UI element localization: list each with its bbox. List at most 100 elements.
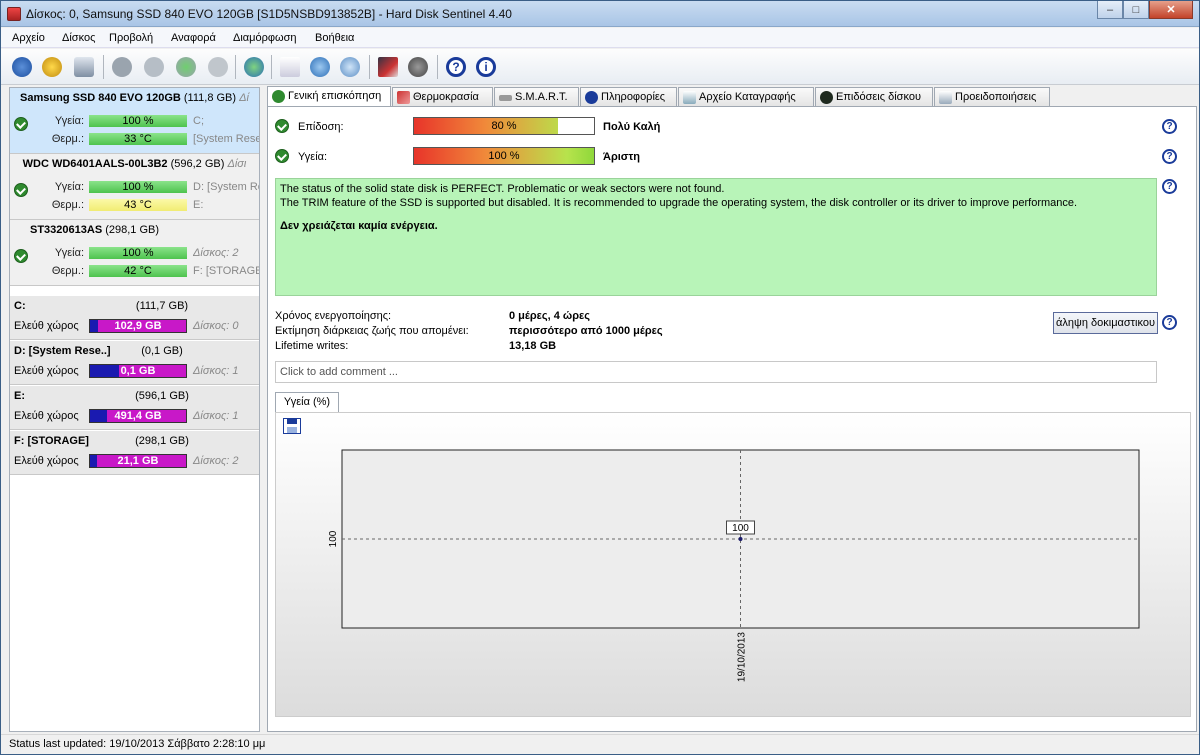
menu-help[interactable]: Βοήθεια	[315, 32, 354, 44]
free-space-label: Ελεύθ χώρος	[14, 320, 79, 332]
free-space-bar: 0,1 GB	[89, 364, 187, 378]
disk-tool-icon[interactable]	[205, 54, 231, 80]
partition-info: F: [STORAGE]	[193, 265, 259, 277]
disk-test-icon[interactable]	[141, 54, 167, 80]
volume-entry-c[interactable]: C: (111,7 GB) Ελεύθ χώρος 102,9 GB Δίσκο…	[10, 296, 259, 340]
health-bar: 100 %	[89, 247, 187, 259]
menu-view[interactable]: Προβολή	[109, 32, 153, 44]
free-space-label: Ελεύθ χώρος	[14, 410, 79, 422]
help-icon[interactable]: ?	[1162, 179, 1177, 194]
free-space-bar: 102,9 GB	[89, 319, 187, 333]
volume-size: (0,1 GB)	[141, 345, 183, 357]
menu-report[interactable]: Αναφορά	[171, 32, 216, 44]
alerts-icon	[939, 91, 952, 104]
smart-icon	[499, 95, 512, 101]
tab-smart[interactable]: S.M.A.R.T.	[494, 87, 579, 107]
refresh-icon[interactable]	[9, 54, 35, 80]
minimize-button[interactable]: –	[1097, 1, 1123, 19]
power-on-value: 0 μέρες, 4 ώρες	[509, 310, 590, 322]
free-space-label: Ελεύθ χώρος	[14, 365, 79, 377]
temp-label: Θερμ.:	[51, 133, 84, 145]
report-icon[interactable]	[277, 54, 303, 80]
help-icon[interactable]: ?	[1162, 119, 1177, 134]
status-ok-icon	[275, 149, 289, 163]
network-icon[interactable]	[337, 54, 363, 80]
volume-entry-d[interactable]: D: [System Rese..] (0,1 GB) Ελεύθ χώρος …	[10, 341, 259, 385]
tab-alerts[interactable]: Προειδοποιήσεις	[934, 87, 1050, 107]
menu-disk[interactable]: Δίσκος	[62, 32, 95, 44]
about-icon[interactable]: i	[473, 54, 499, 80]
disk-entry-1[interactable]: WDC WD6401AALS-00L3B2 (596,2 GB) Δίσι Υγ…	[10, 154, 259, 220]
temp-bar: 33 °C	[89, 133, 187, 145]
tab-performance[interactable]: Επιδόσεις δίσκου	[815, 87, 933, 107]
partition-info: D: [System Re	[193, 181, 259, 193]
partition-info: E:	[193, 199, 204, 211]
disk-info-icon[interactable]	[109, 54, 135, 80]
volume-size: (596,1 GB)	[135, 390, 189, 402]
status-bar: Status last updated: 19/10/2013 Σάββατο …	[1, 734, 1199, 754]
disk-check-icon[interactable]	[173, 54, 199, 80]
tab-bar: Γενική επισκόπηση Θερμοκρασία S.M.A.R.T.…	[267, 86, 1197, 107]
volume-disk: Δίσκος: 1	[193, 365, 239, 377]
status-text: Status last updated: 19/10/2013 Σάββατο …	[9, 738, 266, 750]
tab-overview[interactable]: Γενική επισκόπηση	[267, 86, 391, 107]
lifetime-label: Εκτίμηση διάρκειας ζωής που απομένει:	[275, 325, 469, 337]
help-icon[interactable]: ?	[443, 54, 469, 80]
status-text: The status of the solid state disk is PE…	[280, 183, 725, 195]
volume-size: (111,7 GB)	[135, 300, 189, 312]
health-chart-svg: 100 100 19/10/2013	[328, 449, 1140, 682]
help-icon[interactable]: ?	[1162, 149, 1177, 164]
sync-icon[interactable]	[307, 54, 333, 80]
disk-drive-icon[interactable]	[71, 54, 97, 80]
partition-info: C;	[193, 115, 204, 127]
volume-disk: Δίσκος: 0	[193, 320, 239, 332]
disk-entry-0[interactable]: Samsung SSD 840 EVO 120GB (111,8 GB) Δί …	[10, 88, 259, 154]
health-bar: 100 %	[89, 115, 187, 127]
status-ok-icon	[14, 183, 28, 197]
temp-bar: 42 °C	[89, 265, 187, 277]
status-ok-icon	[14, 117, 28, 131]
log-icon	[683, 91, 696, 104]
free-space-bar: 491,4 GB	[89, 409, 187, 423]
disk-entry-2[interactable]: ST3320613AS (298,1 GB) Υγεία: 100 % Δίσκ…	[10, 220, 259, 286]
disk-name: WDC WD6401AALS-00L3B2	[22, 158, 168, 170]
volume-name: C:	[14, 300, 26, 312]
window-title: Δίσκος: 0, Samsung SSD 840 EVO 120GB [S1…	[26, 7, 512, 21]
health-label: Υγεία:	[298, 151, 328, 163]
volume-disk: Δίσκος: 1	[193, 410, 239, 422]
close-button[interactable]: ✕	[1149, 1, 1193, 19]
free-space-bar: 21,1 GB	[89, 454, 187, 468]
maximize-button[interactable]: □	[1123, 1, 1149, 19]
health-gauge: 100 %	[413, 147, 595, 165]
y-tick-label: 100	[328, 530, 339, 547]
power-on-label: Χρόνος ενεργοποίησης:	[275, 310, 392, 322]
status-description: The status of the solid state disk is PE…	[275, 178, 1157, 296]
menu-bar: Αρχείο Δίσκος Προβολή Αναφορά Διαμόρφωση…	[1, 28, 1199, 48]
tab-information[interactable]: Πληροφορίες	[580, 87, 677, 107]
globe-icon[interactable]	[241, 54, 267, 80]
disk-size: (596,2 GB)	[170, 158, 225, 170]
writes-label: Lifetime writes:	[275, 340, 349, 352]
temp-label: Θερμ.:	[51, 265, 84, 277]
test-button[interactable]: άληψη δοκιμαστικου	[1053, 312, 1158, 334]
disk-extra: Δί	[239, 92, 249, 104]
volume-entry-e[interactable]: E: (596,1 GB) Ελεύθ χώρος 491,4 GB Δίσκο…	[10, 386, 259, 430]
performance-gauge: 80 %	[413, 117, 595, 135]
menu-file[interactable]: Αρχείο	[12, 32, 45, 44]
tab-log[interactable]: Αρχείο Καταγραφής	[678, 87, 814, 107]
chart-icon[interactable]	[375, 54, 401, 80]
health-chart: 100 100 19/10/2013	[275, 412, 1191, 717]
tab-health-chart[interactable]: Υγεία (%)	[275, 392, 339, 413]
warning-disk-icon[interactable]	[39, 54, 65, 80]
menu-configuration[interactable]: Διαμόρφωση	[233, 32, 297, 44]
sound-icon[interactable]	[405, 54, 431, 80]
comment-input[interactable]: Click to add comment ...	[275, 361, 1157, 383]
help-icon[interactable]: ?	[1162, 315, 1177, 330]
volume-name: E:	[14, 390, 25, 402]
tab-temperature[interactable]: Θερμοκρασία	[392, 87, 493, 107]
volume-entry-f[interactable]: F: [STORAGE] (298,1 GB) Ελεύθ χώρος 21,1…	[10, 431, 259, 475]
health-label: Υγεία:	[54, 181, 84, 193]
disk-name: ST3320613AS	[30, 224, 103, 236]
x-tick-label: 19/10/2013	[737, 632, 748, 682]
disk-extra: Δίσι	[227, 158, 247, 170]
